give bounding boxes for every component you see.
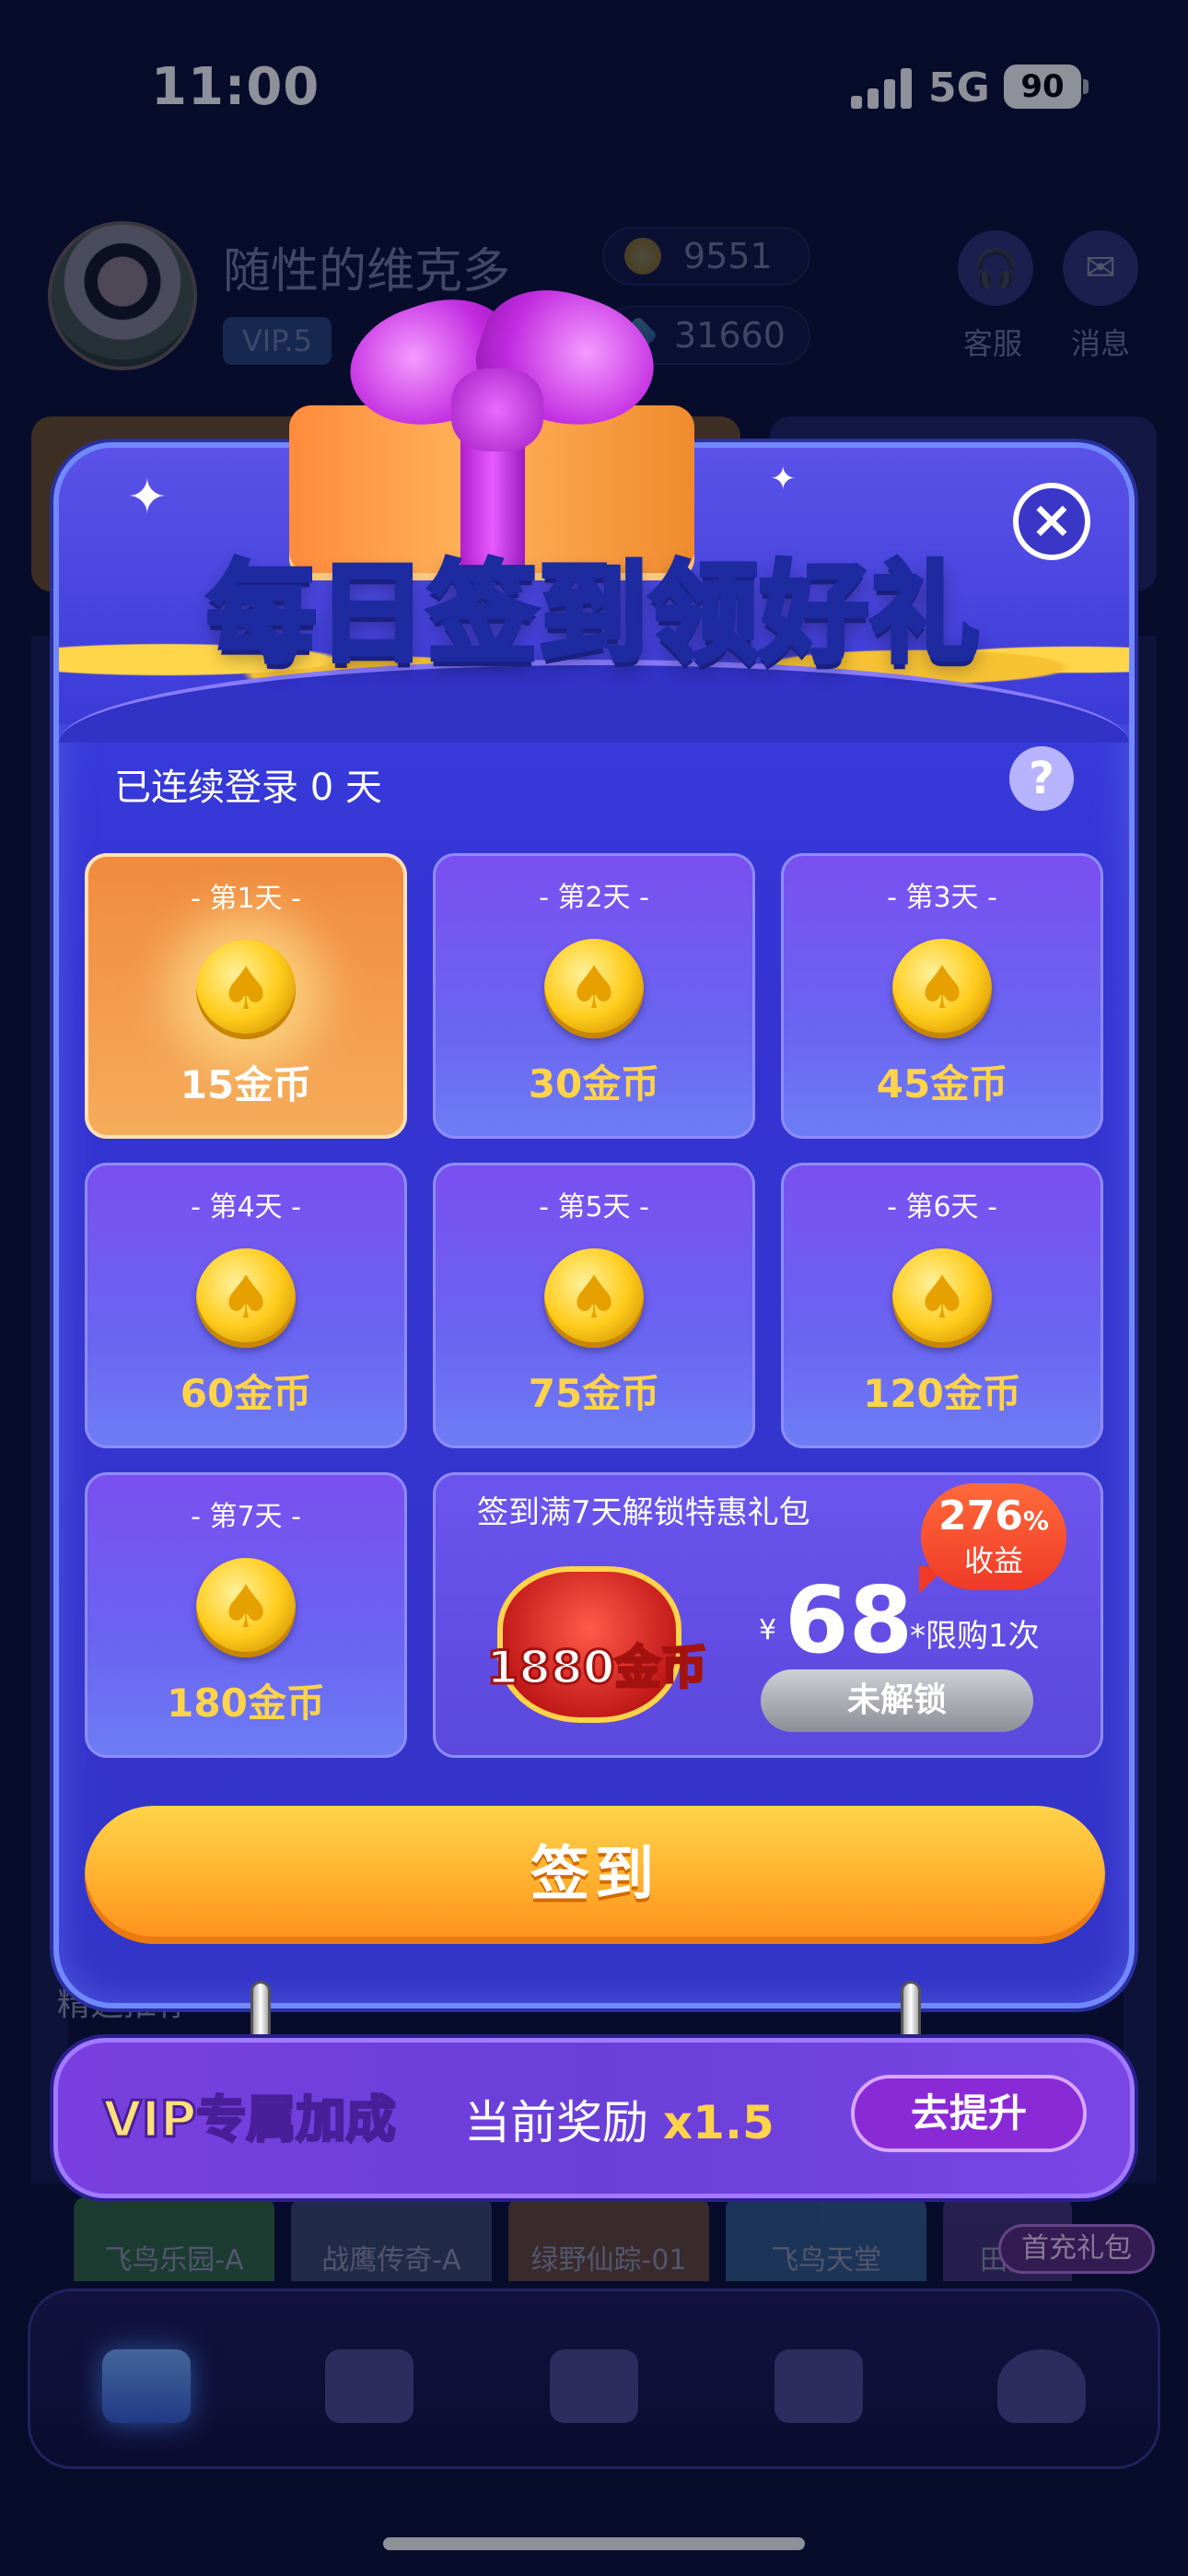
currency-symbol: ¥ bbox=[759, 1614, 777, 1646]
day-card-5[interactable]: - 第5天 - ♠ 75金币 bbox=[433, 1163, 755, 1448]
gift-pack-title: 签到满7天解锁特惠礼包 bbox=[477, 1494, 810, 1531]
day-reward: 15金币 bbox=[180, 1062, 312, 1107]
upgrade-button[interactable]: 去提升 bbox=[851, 2075, 1087, 2152]
day-card-2[interactable]: - 第2天 - ♠ 30金币 bbox=[433, 853, 755, 1139]
coin-icon: ♠ bbox=[196, 940, 296, 1039]
day-card-7[interactable]: - 第7天 - ♠ 180金币 bbox=[85, 1472, 407, 1758]
day-label: - 第4天 - bbox=[191, 1191, 301, 1224]
bonus-percent-unit: % bbox=[1022, 1505, 1049, 1536]
vip-bonus-label: VIP专属加成 bbox=[101, 2090, 396, 2150]
day-card-3[interactable]: - 第3天 - ♠ 45金币 bbox=[781, 853, 1103, 1139]
close-icon[interactable]: × bbox=[1013, 483, 1090, 560]
day-label: - 第7天 - bbox=[191, 1501, 301, 1533]
day-card-6[interactable]: - 第6天 - ♠ 120金币 bbox=[781, 1163, 1103, 1448]
day-label: - 第5天 - bbox=[539, 1191, 649, 1224]
day-reward: 30金币 bbox=[528, 1061, 660, 1107]
purchase-limit: *限购1次 bbox=[910, 1618, 1040, 1655]
bonus-percent: 276 bbox=[938, 1493, 1023, 1540]
bonus-label: 收益 bbox=[963, 1543, 1023, 1578]
day-label: - 第1天 - bbox=[191, 883, 301, 915]
day-card-1[interactable]: - 第1天 - ♠ 15金币 bbox=[85, 853, 407, 1139]
bonus-bubble: 276% 收益 bbox=[921, 1483, 1066, 1590]
signin-button[interactable]: 签到 bbox=[85, 1806, 1105, 1944]
coin-icon: ♠ bbox=[196, 1558, 296, 1657]
title-main: 每日签到 bbox=[204, 547, 650, 680]
day-reward: 45金币 bbox=[876, 1061, 1008, 1107]
title-highlight: 领好礼 bbox=[646, 547, 982, 680]
day-reward: 75金币 bbox=[528, 1371, 660, 1416]
day-label: - 第6天 - bbox=[887, 1191, 997, 1224]
day-label: - 第2天 - bbox=[539, 882, 649, 914]
sparkle-icon: ✦ bbox=[127, 470, 168, 525]
current-reward: 当前奖励 x1.5 bbox=[464, 2086, 775, 2152]
coin-icon: ♠ bbox=[544, 1248, 644, 1348]
day-card-4[interactable]: - 第4天 - ♠ 60金币 bbox=[85, 1163, 407, 1448]
reward-multiplier: x1.5 bbox=[662, 2096, 775, 2149]
sparkle-icon: ✦ bbox=[770, 461, 797, 498]
coin-icon: ♠ bbox=[892, 939, 992, 1038]
locked-button[interactable]: 未解锁 bbox=[761, 1669, 1033, 1732]
help-icon[interactable]: ? bbox=[1009, 746, 1074, 811]
reward-prefix: 当前奖励 bbox=[464, 2096, 648, 2149]
modal-title: 每日签到领好礼 bbox=[111, 525, 1077, 683]
day-reward: 60金币 bbox=[180, 1371, 312, 1416]
coin-icon: ♠ bbox=[544, 939, 644, 1038]
gift-pack-price: 68 bbox=[785, 1566, 914, 1674]
gift-pack-coins: 1880金币 bbox=[485, 1640, 708, 1696]
day-reward: 180金币 bbox=[167, 1680, 325, 1726]
day-label: - 第3天 - bbox=[887, 882, 997, 914]
streak-text: 已连续登录 0 天 bbox=[114, 767, 382, 809]
day-reward: 120金币 bbox=[863, 1371, 1021, 1416]
coin-icon: ♠ bbox=[196, 1248, 296, 1348]
coin-icon: ♠ bbox=[892, 1248, 992, 1348]
gift-bow-knot bbox=[451, 369, 543, 451]
